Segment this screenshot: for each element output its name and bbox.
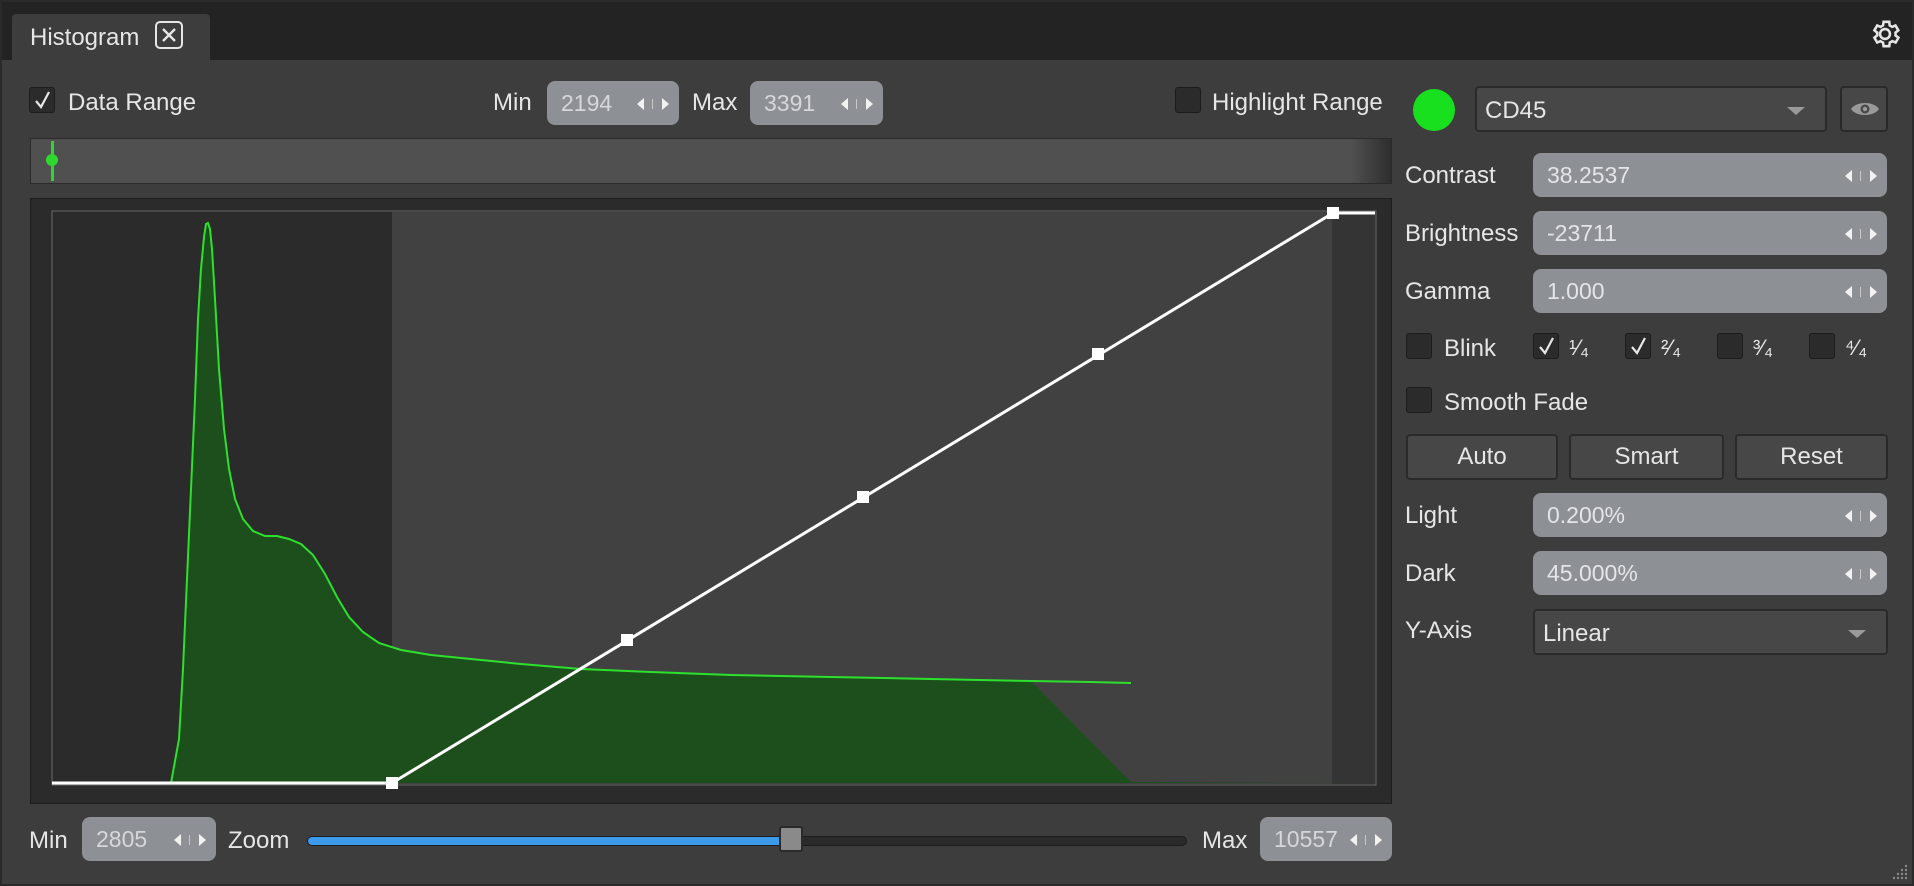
- tab-histogram[interactable]: Histogram: [12, 14, 210, 60]
- range-min-label: Min: [493, 89, 532, 116]
- data-range-label: Data Range: [68, 89, 197, 116]
- reset-button[interactable]: Reset: [1735, 434, 1888, 480]
- visibility-button[interactable]: [1840, 86, 1888, 132]
- resize-grip-icon[interactable]: [1892, 864, 1908, 880]
- yaxis-label: Y-Axis: [1405, 617, 1473, 644]
- smooth-fade-label: Smooth Fade: [1444, 389, 1589, 416]
- contrast-label: Contrast: [1405, 162, 1496, 189]
- spin-arrows-icon[interactable]: [635, 97, 671, 111]
- brightness-value: -23711: [1547, 220, 1617, 246]
- brightness-label: Brightness: [1405, 220, 1519, 247]
- contrast-value: 38.2537: [1547, 162, 1631, 188]
- channel-select[interactable]: CD45: [1475, 86, 1827, 132]
- spin-arrows-icon[interactable]: [172, 833, 208, 847]
- blink-label: Blink: [1444, 335, 1497, 362]
- curve-handle[interactable]: [386, 777, 398, 789]
- channel-name: CD45: [1485, 97, 1547, 124]
- quarter-1-label: ¹⁄₄: [1569, 335, 1589, 360]
- range-max-value: 3391: [764, 90, 816, 116]
- curve-handle[interactable]: [1092, 348, 1104, 360]
- histogram-chart[interactable]: [30, 198, 1392, 804]
- spin-arrows-icon[interactable]: [1843, 227, 1879, 241]
- zoom-slider[interactable]: [307, 836, 1187, 846]
- chevron-down-icon: [1787, 107, 1805, 115]
- range-max-label: Max: [692, 89, 738, 116]
- quarter-1-checkbox[interactable]: [1533, 333, 1559, 359]
- zoom-min-value: 2805: [96, 826, 148, 852]
- eye-icon: [1851, 103, 1879, 115]
- zoom-max-label: Max: [1202, 827, 1248, 854]
- histogram-plot: [51, 207, 1377, 789]
- data-range-strip[interactable]: [30, 138, 1392, 184]
- light-label: Light: [1405, 502, 1458, 529]
- spin-arrows-icon[interactable]: [1843, 285, 1879, 299]
- zoom-max-value: 10557: [1274, 826, 1338, 852]
- gear-icon[interactable]: [1868, 17, 1902, 56]
- quarter-4-label: ⁴⁄₄: [1845, 335, 1868, 360]
- curve-handle[interactable]: [857, 491, 869, 503]
- highlight-range-checkbox[interactable]: [1175, 87, 1201, 113]
- zoom-min-label: Min: [29, 827, 68, 854]
- range-min-value: 2194: [561, 90, 613, 116]
- gamma-value: 1.000: [1547, 278, 1605, 304]
- zoom-slider-handle[interactable]: [779, 826, 803, 852]
- tab-title: Histogram: [30, 24, 140, 51]
- range-min-input[interactable]: 2194: [547, 81, 679, 125]
- zoom-label: Zoom: [228, 827, 290, 854]
- channel-color-swatch[interactable]: [1413, 89, 1455, 131]
- quarter-2-label: ²⁄₄: [1661, 335, 1681, 360]
- dark-value: 45.000%: [1547, 560, 1638, 586]
- data-range-checkbox[interactable]: [29, 87, 55, 113]
- zoom-max-input[interactable]: 10557: [1260, 817, 1392, 861]
- smooth-fade-checkbox[interactable]: [1406, 387, 1432, 413]
- quarter-3-checkbox[interactable]: [1717, 333, 1743, 359]
- quarter-2-checkbox[interactable]: [1625, 333, 1651, 359]
- contrast-input[interactable]: 38.2537: [1533, 153, 1887, 197]
- quarter-4-checkbox[interactable]: [1809, 333, 1835, 359]
- zoom-slider-fill: [308, 837, 792, 845]
- yaxis-value: Linear: [1543, 620, 1610, 647]
- light-value: 0.200%: [1547, 502, 1626, 528]
- strip-fade: [1351, 139, 1391, 183]
- highlight-range-label: Highlight Range: [1212, 89, 1383, 116]
- brightness-input[interactable]: -23711: [1533, 211, 1887, 255]
- zoom-min-input[interactable]: 2805: [82, 817, 216, 861]
- auto-button[interactable]: Auto: [1406, 434, 1558, 480]
- spin-arrows-icon[interactable]: [1348, 833, 1384, 847]
- curve-handle[interactable]: [1327, 207, 1339, 219]
- curve-handle[interactable]: [621, 634, 633, 646]
- dark-label: Dark: [1405, 560, 1456, 587]
- gamma-input[interactable]: 1.000: [1533, 269, 1887, 313]
- tab-bar: Histogram: [2, 2, 1912, 60]
- spin-arrows-icon[interactable]: [1843, 567, 1879, 581]
- quarter-3-label: ³⁄₄: [1753, 335, 1773, 360]
- spin-arrows-icon[interactable]: [1843, 509, 1879, 523]
- histogram-panel: Histogram Data Range Min 2194 Max 3391 H…: [0, 0, 1914, 886]
- gamma-label: Gamma: [1405, 278, 1491, 305]
- range-max-input[interactable]: 3391: [750, 81, 883, 125]
- smart-button[interactable]: Smart: [1569, 434, 1724, 480]
- spin-arrows-icon[interactable]: [1843, 169, 1879, 183]
- dark-input[interactable]: 45.000%: [1533, 551, 1887, 595]
- range-marker-handle[interactable]: [46, 154, 58, 166]
- spin-arrows-icon[interactable]: [839, 97, 875, 111]
- close-icon[interactable]: [155, 21, 183, 49]
- light-input[interactable]: 0.200%: [1533, 493, 1887, 537]
- yaxis-select[interactable]: Linear: [1533, 609, 1888, 655]
- chevron-down-icon: [1848, 630, 1866, 638]
- blink-checkbox[interactable]: [1406, 333, 1432, 359]
